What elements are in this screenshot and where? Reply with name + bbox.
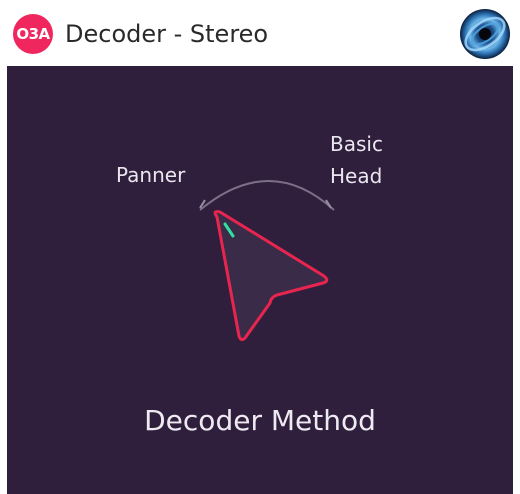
decoder-method-knob[interactable] (213, 210, 329, 342)
option-label-panner: Panner (116, 163, 186, 187)
plugin-title: Decoder - Stereo (65, 20, 269, 48)
header: O3A Decoder - Stereo (0, 0, 520, 66)
control-panel: Panner Basic Head Decoder Method (7, 66, 513, 494)
option-label-basic-head: Basic Head (330, 128, 383, 192)
option-label-basic-line2: Head (330, 164, 383, 188)
o3a-badge: O3A (13, 14, 53, 54)
option-label-basic-line1: Basic (330, 132, 383, 156)
blackhole-logo-icon (460, 9, 510, 59)
parameter-label: Decoder Method (144, 404, 376, 437)
knob-range-arc (199, 180, 335, 211)
